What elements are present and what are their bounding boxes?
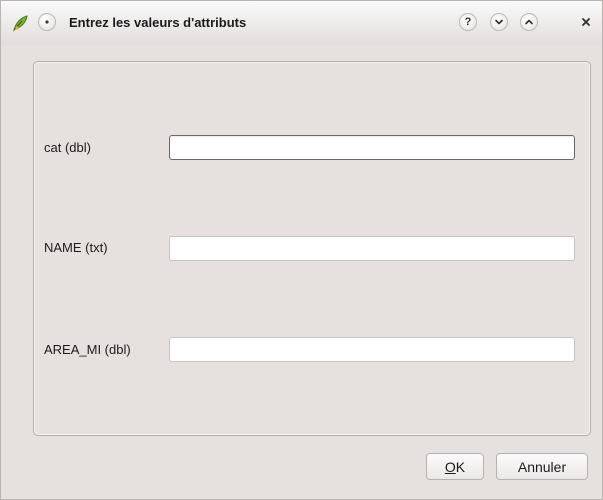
close-icon[interactable]: [577, 13, 595, 31]
window-title: Entrez les valeurs d'attributs: [69, 15, 247, 30]
title-bar[interactable]: Entrez les valeurs d'attributs ?: [1, 1, 602, 45]
minimize-icon[interactable]: [490, 13, 508, 31]
name-field-label: NAME (txt): [44, 240, 108, 255]
name-field-input[interactable]: [169, 236, 575, 261]
area-mi-field-label: AREA_MI (dbl): [44, 342, 131, 357]
cat-field-input[interactable]: [169, 135, 575, 160]
cancel-button[interactable]: Annuler: [496, 453, 588, 480]
window-menu-icon[interactable]: [38, 13, 56, 31]
attribute-dialog: Entrez les valeurs d'attributs ? cat (db…: [0, 0, 603, 500]
ok-button[interactable]: OK: [426, 453, 484, 480]
qgis-leaf-icon: [11, 14, 29, 32]
maximize-icon[interactable]: [520, 13, 538, 31]
ok-button-mnemonic: O: [444, 458, 456, 475]
area-mi-field-input[interactable]: [169, 337, 575, 362]
cat-field-label: cat (dbl): [44, 140, 91, 155]
ok-button-label: K: [455, 458, 466, 475]
help-icon[interactable]: ?: [459, 13, 477, 31]
